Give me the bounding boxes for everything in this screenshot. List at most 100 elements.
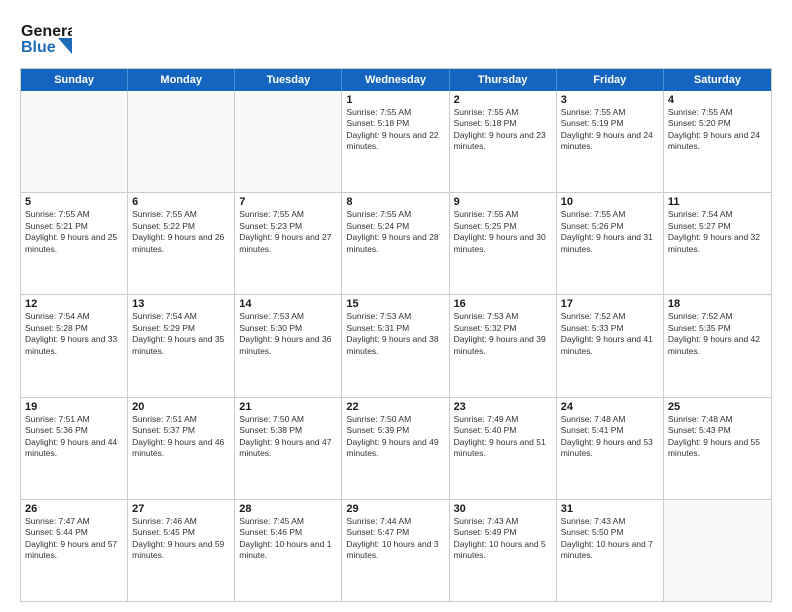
cell-info: Sunrise: 7:55 AM Sunset: 5:20 PM Dayligh… [668,107,767,153]
calendar-row: 19Sunrise: 7:51 AM Sunset: 5:36 PM Dayli… [21,397,771,499]
cell-info: Sunrise: 7:44 AM Sunset: 5:47 PM Dayligh… [346,516,444,562]
day-number: 28 [239,503,337,515]
cell-info: Sunrise: 7:55 AM Sunset: 5:19 PM Dayligh… [561,107,659,153]
day-number: 24 [561,401,659,413]
day-number: 10 [561,196,659,208]
day-number: 5 [25,196,123,208]
calendar-cell: 21Sunrise: 7:50 AM Sunset: 5:38 PM Dayli… [235,398,342,499]
calendar-cell: 10Sunrise: 7:55 AM Sunset: 5:26 PM Dayli… [557,193,664,294]
cell-info: Sunrise: 7:55 AM Sunset: 5:25 PM Dayligh… [454,209,552,255]
calendar-cell: 27Sunrise: 7:46 AM Sunset: 5:45 PM Dayli… [128,500,235,601]
cell-info: Sunrise: 7:47 AM Sunset: 5:44 PM Dayligh… [25,516,123,562]
calendar-cell: 28Sunrise: 7:45 AM Sunset: 5:46 PM Dayli… [235,500,342,601]
calendar-row: 12Sunrise: 7:54 AM Sunset: 5:28 PM Dayli… [21,294,771,396]
day-number: 17 [561,298,659,310]
day-number: 1 [346,94,444,106]
cell-info: Sunrise: 7:53 AM Sunset: 5:30 PM Dayligh… [239,311,337,357]
calendar-cell: 11Sunrise: 7:54 AM Sunset: 5:27 PM Dayli… [664,193,771,294]
day-number: 2 [454,94,552,106]
calendar-cell: 5Sunrise: 7:55 AM Sunset: 5:21 PM Daylig… [21,193,128,294]
cell-info: Sunrise: 7:54 AM Sunset: 5:29 PM Dayligh… [132,311,230,357]
calendar-row: 1Sunrise: 7:55 AM Sunset: 5:18 PM Daylig… [21,91,771,192]
weekday-header: Monday [128,69,235,91]
logo: General Blue [20,16,72,60]
cell-info: Sunrise: 7:55 AM Sunset: 5:18 PM Dayligh… [346,107,444,153]
calendar-cell: 6Sunrise: 7:55 AM Sunset: 5:22 PM Daylig… [128,193,235,294]
cell-info: Sunrise: 7:50 AM Sunset: 5:38 PM Dayligh… [239,414,337,460]
calendar-body: 1Sunrise: 7:55 AM Sunset: 5:18 PM Daylig… [21,91,771,601]
calendar-cell: 25Sunrise: 7:48 AM Sunset: 5:43 PM Dayli… [664,398,771,499]
cell-info: Sunrise: 7:43 AM Sunset: 5:50 PM Dayligh… [561,516,659,562]
header: General Blue [20,16,772,60]
calendar: SundayMondayTuesdayWednesdayThursdayFrid… [20,68,772,602]
cell-info: Sunrise: 7:52 AM Sunset: 5:35 PM Dayligh… [668,311,767,357]
day-number: 15 [346,298,444,310]
calendar-cell: 31Sunrise: 7:43 AM Sunset: 5:50 PM Dayli… [557,500,664,601]
cell-info: Sunrise: 7:46 AM Sunset: 5:45 PM Dayligh… [132,516,230,562]
cell-info: Sunrise: 7:48 AM Sunset: 5:41 PM Dayligh… [561,414,659,460]
day-number: 20 [132,401,230,413]
calendar-cell: 29Sunrise: 7:44 AM Sunset: 5:47 PM Dayli… [342,500,449,601]
cell-info: Sunrise: 7:52 AM Sunset: 5:33 PM Dayligh… [561,311,659,357]
day-number: 30 [454,503,552,515]
cell-info: Sunrise: 7:55 AM Sunset: 5:26 PM Dayligh… [561,209,659,255]
day-number: 27 [132,503,230,515]
cell-info: Sunrise: 7:54 AM Sunset: 5:27 PM Dayligh… [668,209,767,255]
cell-info: Sunrise: 7:55 AM Sunset: 5:23 PM Dayligh… [239,209,337,255]
day-number: 23 [454,401,552,413]
cell-info: Sunrise: 7:53 AM Sunset: 5:31 PM Dayligh… [346,311,444,357]
calendar-row: 26Sunrise: 7:47 AM Sunset: 5:44 PM Dayli… [21,499,771,601]
calendar-cell: 20Sunrise: 7:51 AM Sunset: 5:37 PM Dayli… [128,398,235,499]
day-number: 6 [132,196,230,208]
weekday-header: Thursday [450,69,557,91]
calendar-cell: 1Sunrise: 7:55 AM Sunset: 5:18 PM Daylig… [342,91,449,192]
calendar-cell: 22Sunrise: 7:50 AM Sunset: 5:39 PM Dayli… [342,398,449,499]
svg-text:Blue: Blue [21,39,56,56]
day-number: 14 [239,298,337,310]
day-number: 3 [561,94,659,106]
weekday-header: Wednesday [342,69,449,91]
weekday-header: Sunday [21,69,128,91]
day-number: 4 [668,94,767,106]
day-number: 9 [454,196,552,208]
calendar-cell: 16Sunrise: 7:53 AM Sunset: 5:32 PM Dayli… [450,295,557,396]
day-number: 25 [668,401,767,413]
cell-info: Sunrise: 7:51 AM Sunset: 5:37 PM Dayligh… [132,414,230,460]
calendar-cell: 17Sunrise: 7:52 AM Sunset: 5:33 PM Dayli… [557,295,664,396]
calendar-cell: 15Sunrise: 7:53 AM Sunset: 5:31 PM Dayli… [342,295,449,396]
cell-info: Sunrise: 7:43 AM Sunset: 5:49 PM Dayligh… [454,516,552,562]
cell-info: Sunrise: 7:54 AM Sunset: 5:28 PM Dayligh… [25,311,123,357]
calendar-header: SundayMondayTuesdayWednesdayThursdayFrid… [21,69,771,91]
cell-info: Sunrise: 7:55 AM Sunset: 5:21 PM Dayligh… [25,209,123,255]
calendar-cell: 26Sunrise: 7:47 AM Sunset: 5:44 PM Dayli… [21,500,128,601]
day-number: 16 [454,298,552,310]
cell-info: Sunrise: 7:55 AM Sunset: 5:18 PM Dayligh… [454,107,552,153]
calendar-cell: 23Sunrise: 7:49 AM Sunset: 5:40 PM Dayli… [450,398,557,499]
day-number: 26 [25,503,123,515]
day-number: 11 [668,196,767,208]
svg-text:General: General [21,23,72,40]
weekday-header: Saturday [664,69,771,91]
calendar-cell: 3Sunrise: 7:55 AM Sunset: 5:19 PM Daylig… [557,91,664,192]
calendar-cell: 4Sunrise: 7:55 AM Sunset: 5:20 PM Daylig… [664,91,771,192]
calendar-cell: 14Sunrise: 7:53 AM Sunset: 5:30 PM Dayli… [235,295,342,396]
day-number: 13 [132,298,230,310]
cell-info: Sunrise: 7:45 AM Sunset: 5:46 PM Dayligh… [239,516,337,562]
calendar-cell: 19Sunrise: 7:51 AM Sunset: 5:36 PM Dayli… [21,398,128,499]
logo-icon: General Blue [20,16,72,60]
day-number: 12 [25,298,123,310]
calendar-cell: 30Sunrise: 7:43 AM Sunset: 5:49 PM Dayli… [450,500,557,601]
day-number: 7 [239,196,337,208]
cell-info: Sunrise: 7:53 AM Sunset: 5:32 PM Dayligh… [454,311,552,357]
day-number: 22 [346,401,444,413]
calendar-cell: 7Sunrise: 7:55 AM Sunset: 5:23 PM Daylig… [235,193,342,294]
cell-info: Sunrise: 7:49 AM Sunset: 5:40 PM Dayligh… [454,414,552,460]
cell-info: Sunrise: 7:55 AM Sunset: 5:24 PM Dayligh… [346,209,444,255]
calendar-cell: 9Sunrise: 7:55 AM Sunset: 5:25 PM Daylig… [450,193,557,294]
page: General Blue SundayMondayTuesdayWednesda… [0,0,792,612]
day-number: 19 [25,401,123,413]
day-number: 8 [346,196,444,208]
calendar-row: 5Sunrise: 7:55 AM Sunset: 5:21 PM Daylig… [21,192,771,294]
day-number: 18 [668,298,767,310]
cell-info: Sunrise: 7:55 AM Sunset: 5:22 PM Dayligh… [132,209,230,255]
